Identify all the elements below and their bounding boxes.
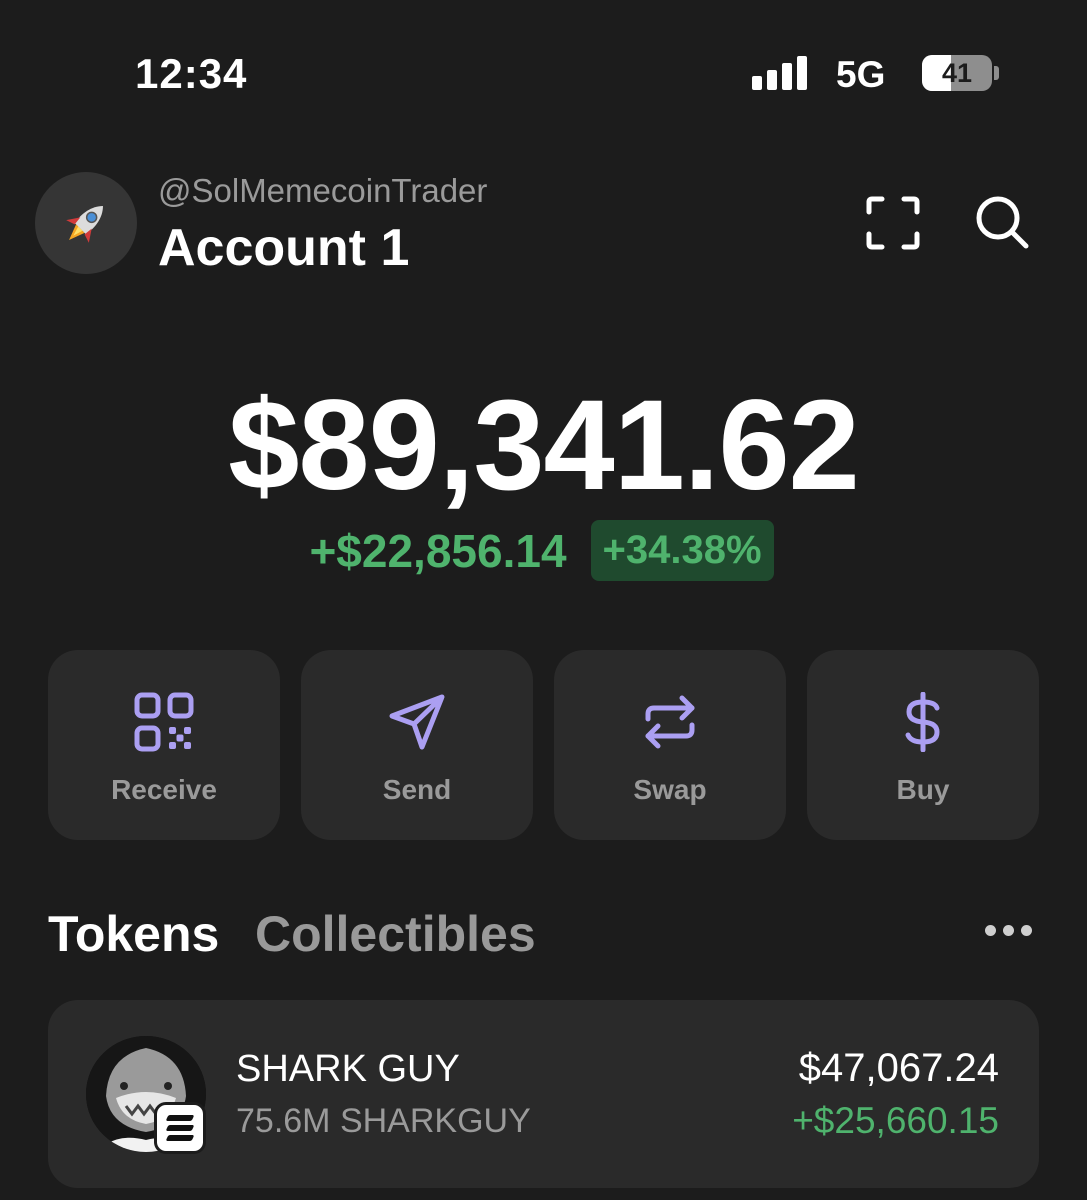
balance-change: +$22,856.14 +34.38%: [0, 520, 1087, 581]
buy-label: Buy: [896, 774, 950, 805]
dollar-icon: [905, 692, 940, 752]
signal-icon: [752, 55, 807, 90]
scan-icon[interactable]: [866, 196, 920, 250]
account-avatar[interactable]: [35, 172, 137, 274]
token-amount: 75.6M SHARKGUY: [236, 1102, 531, 1140]
network-type: 5G: [836, 54, 886, 95]
total-balance: $89,341.62: [228, 374, 860, 517]
tab-collectibles[interactable]: Collectibles: [255, 905, 536, 963]
battery-icon: 41: [922, 55, 992, 91]
token-value: $47,067.24: [798, 1046, 999, 1090]
token-name: SHARK GUY: [236, 1048, 460, 1090]
send-button[interactable]: Send: [301, 650, 533, 840]
battery-nub: [994, 66, 999, 80]
search-icon[interactable]: [974, 194, 1030, 250]
rocket-icon: [66, 206, 103, 243]
receive-label: Receive: [111, 774, 217, 805]
account-name[interactable]: Account 1: [158, 218, 409, 278]
account-handle[interactable]: @SolMemecoinTrader: [158, 172, 487, 210]
change-percent-badge: +34.38%: [590, 520, 774, 581]
qr-code-icon: [134, 692, 194, 752]
battery-level: 41: [941, 57, 973, 88]
change-amount: +$22,856.14: [309, 524, 567, 577]
more-options-icon[interactable]: [985, 925, 1032, 936]
status-time: 12:34: [135, 50, 248, 97]
buy-button[interactable]: Buy: [807, 650, 1039, 840]
swap-label: Swap: [633, 774, 707, 805]
swap-button[interactable]: Swap: [554, 650, 786, 840]
tab-tokens[interactable]: Tokens: [48, 905, 219, 963]
token-change: +$25,660.15: [792, 1100, 999, 1141]
receive-button[interactable]: Receive: [48, 650, 280, 840]
swap-icon: [645, 695, 695, 749]
solana-badge-icon: [154, 1102, 206, 1154]
send-label: Send: [382, 774, 452, 805]
send-icon: [389, 694, 445, 750]
